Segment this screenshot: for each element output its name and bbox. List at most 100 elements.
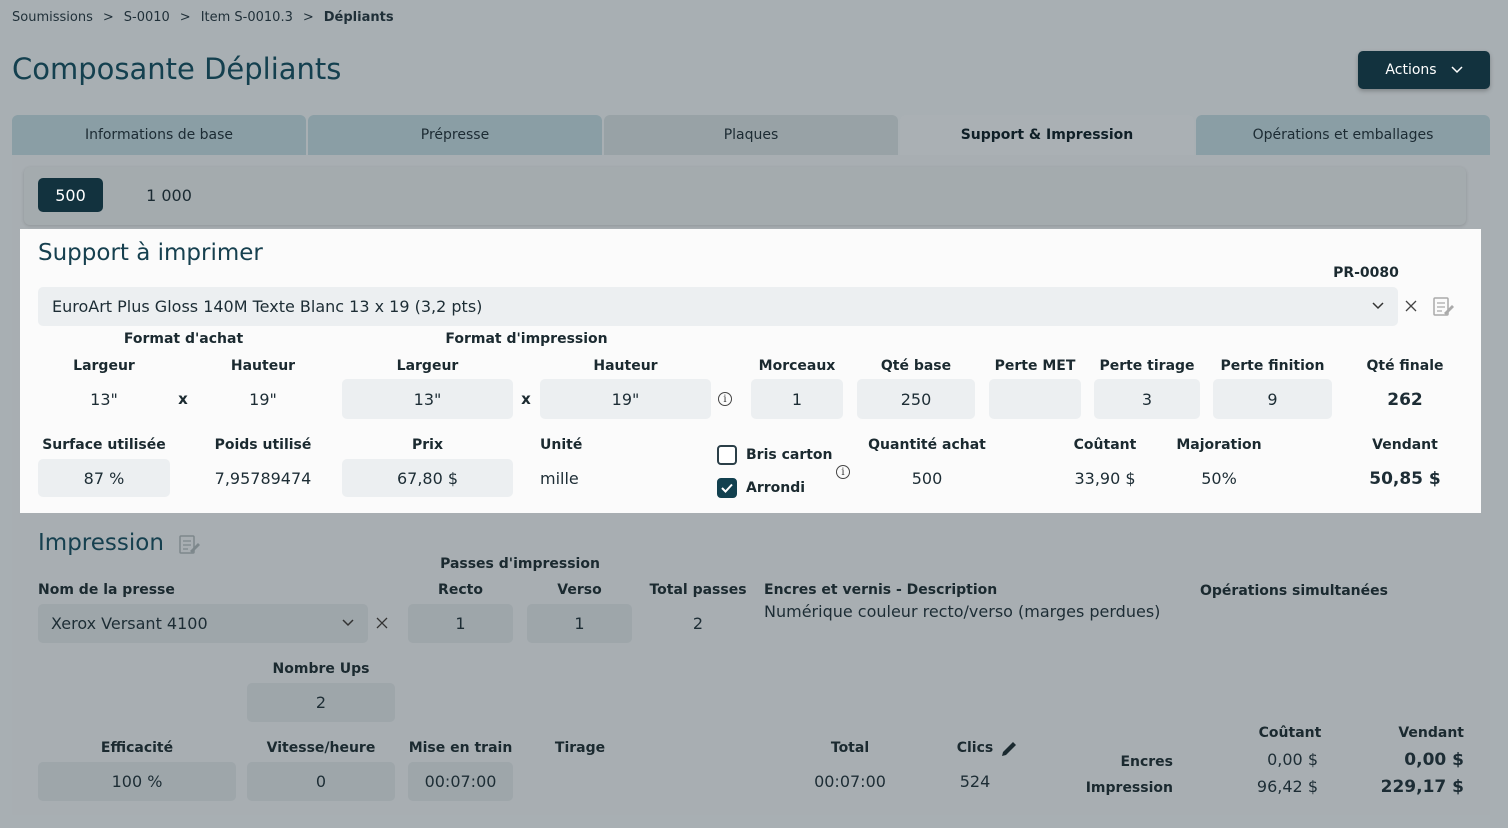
chevron-down-icon	[1451, 66, 1463, 74]
edit-note-icon[interactable]	[178, 533, 200, 555]
encres-description: Numérique couleur recto/verso (marges pe…	[764, 602, 1161, 621]
vendant-col-label: Vendant	[1398, 725, 1464, 741]
page-title: Composante Dépliants	[12, 52, 342, 86]
verso-input[interactable]: 1	[527, 604, 632, 643]
format-achat-label: Format d'achat	[123, 331, 244, 347]
imp-largeur-label: Largeur	[396, 358, 459, 374]
total-label: Total	[830, 740, 870, 756]
quantity-500-button[interactable]: 500	[38, 178, 103, 212]
encres-row-label: Encres	[1120, 754, 1173, 770]
tab-informations[interactable]: Informations de base	[12, 115, 306, 155]
majoration-value: 50%	[1201, 469, 1237, 488]
coutant-col-label: Coûtant	[1258, 725, 1322, 741]
surface-input[interactable]: 87 %	[38, 459, 170, 497]
breadcrumb-s-0010[interactable]: S-0010	[124, 10, 170, 25]
quantity-bar	[24, 167, 1466, 225]
info-icon[interactable]: i	[836, 465, 850, 479]
total-passes-value: 2	[692, 614, 704, 633]
vendant-value: 50,85 $	[1369, 469, 1441, 489]
vitesse-input[interactable]: 0	[247, 762, 395, 801]
support-selected-value: EuroArt Plus Gloss 140M Texte Blanc 13 x…	[52, 297, 483, 316]
presse-selected-value: Xerox Versant 4100	[51, 614, 208, 633]
edit-note-icon[interactable]	[1432, 295, 1454, 317]
impression-coutant: 96,42 $	[1256, 777, 1318, 796]
perte-met-input[interactable]	[989, 379, 1081, 419]
pencil-icon[interactable]	[1000, 740, 1018, 758]
breadcrumb-item[interactable]: Item S-0010.3	[201, 10, 293, 25]
majoration-label: Majoration	[1176, 437, 1262, 453]
prix-input[interactable]: 67,80 $	[342, 459, 513, 497]
poids-value: 7,95789474	[214, 469, 312, 488]
arrondi-checkbox[interactable]	[717, 478, 737, 498]
breadcrumb-separator: >	[102, 10, 114, 25]
unite-value: mille	[540, 469, 579, 488]
tab-prepresse[interactable]: Prépresse	[308, 115, 602, 155]
efficacite-label: Efficacité	[100, 740, 174, 756]
verso-label: Verso	[557, 582, 602, 598]
encres-coutant: 0,00 $	[1267, 750, 1318, 769]
clear-icon[interactable]	[1402, 297, 1420, 315]
vendant-label: Vendant	[1372, 437, 1438, 453]
recto-input[interactable]: 1	[408, 604, 513, 643]
mise-label: Mise en train	[408, 740, 513, 756]
ops-simultanees-label: Opérations simultanées	[1200, 583, 1388, 599]
impression-title: Impression	[38, 530, 164, 556]
recto-label: Recto	[438, 582, 483, 598]
perte-tirage-label: Perte tirage	[1099, 358, 1195, 374]
impression-row-label: Impression	[1085, 780, 1173, 796]
impression-vendant: 229,17 $	[1380, 777, 1464, 797]
perte-finition-label: Perte finition	[1220, 358, 1325, 374]
clear-icon[interactable]	[373, 614, 391, 632]
breadcrumb: Soumissions > S-0010 > Item S-0010.3 > D…	[12, 10, 404, 25]
breadcrumb-soumissions[interactable]: Soumissions	[12, 10, 93, 25]
achat-largeur-value: 13"	[90, 390, 118, 409]
quantity-1000-button[interactable]: 1 000	[133, 178, 205, 212]
imp-hauteur-input[interactable]: 19"	[540, 379, 711, 419]
arrondi-label: Arrondi	[746, 480, 806, 496]
presse-select[interactable]: Xerox Versant 4100	[38, 604, 368, 643]
perte-tirage-input[interactable]: 3	[1094, 379, 1200, 419]
breadcrumb-separator: >	[302, 10, 314, 25]
support-select[interactable]: EuroArt Plus Gloss 140M Texte Blanc 13 x…	[38, 287, 1398, 326]
mise-input[interactable]: 00:07:00	[408, 762, 513, 801]
info-icon[interactable]: i	[718, 392, 732, 406]
bris-carton-checkbox[interactable]	[717, 445, 737, 465]
achat-hauteur-value: 19"	[249, 390, 277, 409]
chevron-down-icon	[1372, 302, 1384, 310]
actions-button[interactable]: Actions	[1358, 51, 1490, 89]
ups-input[interactable]: 2	[247, 683, 395, 722]
total-passes-label: Total passes	[649, 582, 747, 598]
imp-largeur-input[interactable]: 13"	[342, 379, 513, 419]
morceaux-label: Morceaux	[758, 358, 836, 374]
qte-achat-label: Quantité achat	[868, 437, 986, 453]
support-code: PR-0080	[1333, 265, 1399, 281]
imp-hauteur-label: Hauteur	[593, 358, 658, 374]
efficacite-input[interactable]: 100 %	[38, 762, 236, 801]
support-title: Support à imprimer	[38, 240, 263, 266]
achat-hauteur-label: Hauteur	[230, 358, 296, 374]
format-impression-label: Format d'impression	[445, 331, 608, 347]
perte-finition-input[interactable]: 9	[1213, 379, 1332, 419]
tab-plaques[interactable]: Plaques	[604, 115, 898, 155]
vitesse-label: Vitesse/heure	[266, 740, 376, 756]
qte-base-input[interactable]: 250	[857, 379, 975, 419]
total-value: 00:07:00	[814, 772, 886, 791]
tab-support-impression[interactable]: Support & Impression	[900, 115, 1194, 155]
encres-vendant: 0,00 $	[1404, 750, 1464, 770]
passes-label: Passes d'impression	[440, 556, 600, 572]
tab-bar: Informations de base Prépresse Plaques S…	[12, 115, 1490, 155]
surface-label: Surface utilisée	[42, 437, 166, 453]
morceaux-input[interactable]: 1	[751, 379, 843, 419]
tab-operations[interactable]: Opérations et emballages	[1196, 115, 1490, 155]
qte-base-label: Qté base	[880, 358, 952, 374]
times-sign: x	[521, 390, 531, 408]
ups-label: Nombre Ups	[272, 661, 370, 677]
perte-met-label: Perte MET	[994, 358, 1076, 374]
times-sign: x	[178, 390, 188, 408]
check-icon	[721, 483, 733, 493]
clics-value: 524	[959, 772, 991, 791]
chevron-down-icon	[342, 619, 354, 627]
achat-largeur-label: Largeur	[73, 358, 135, 374]
breadcrumb-separator: >	[179, 10, 191, 25]
breadcrumb-current: Dépliants	[323, 10, 394, 25]
